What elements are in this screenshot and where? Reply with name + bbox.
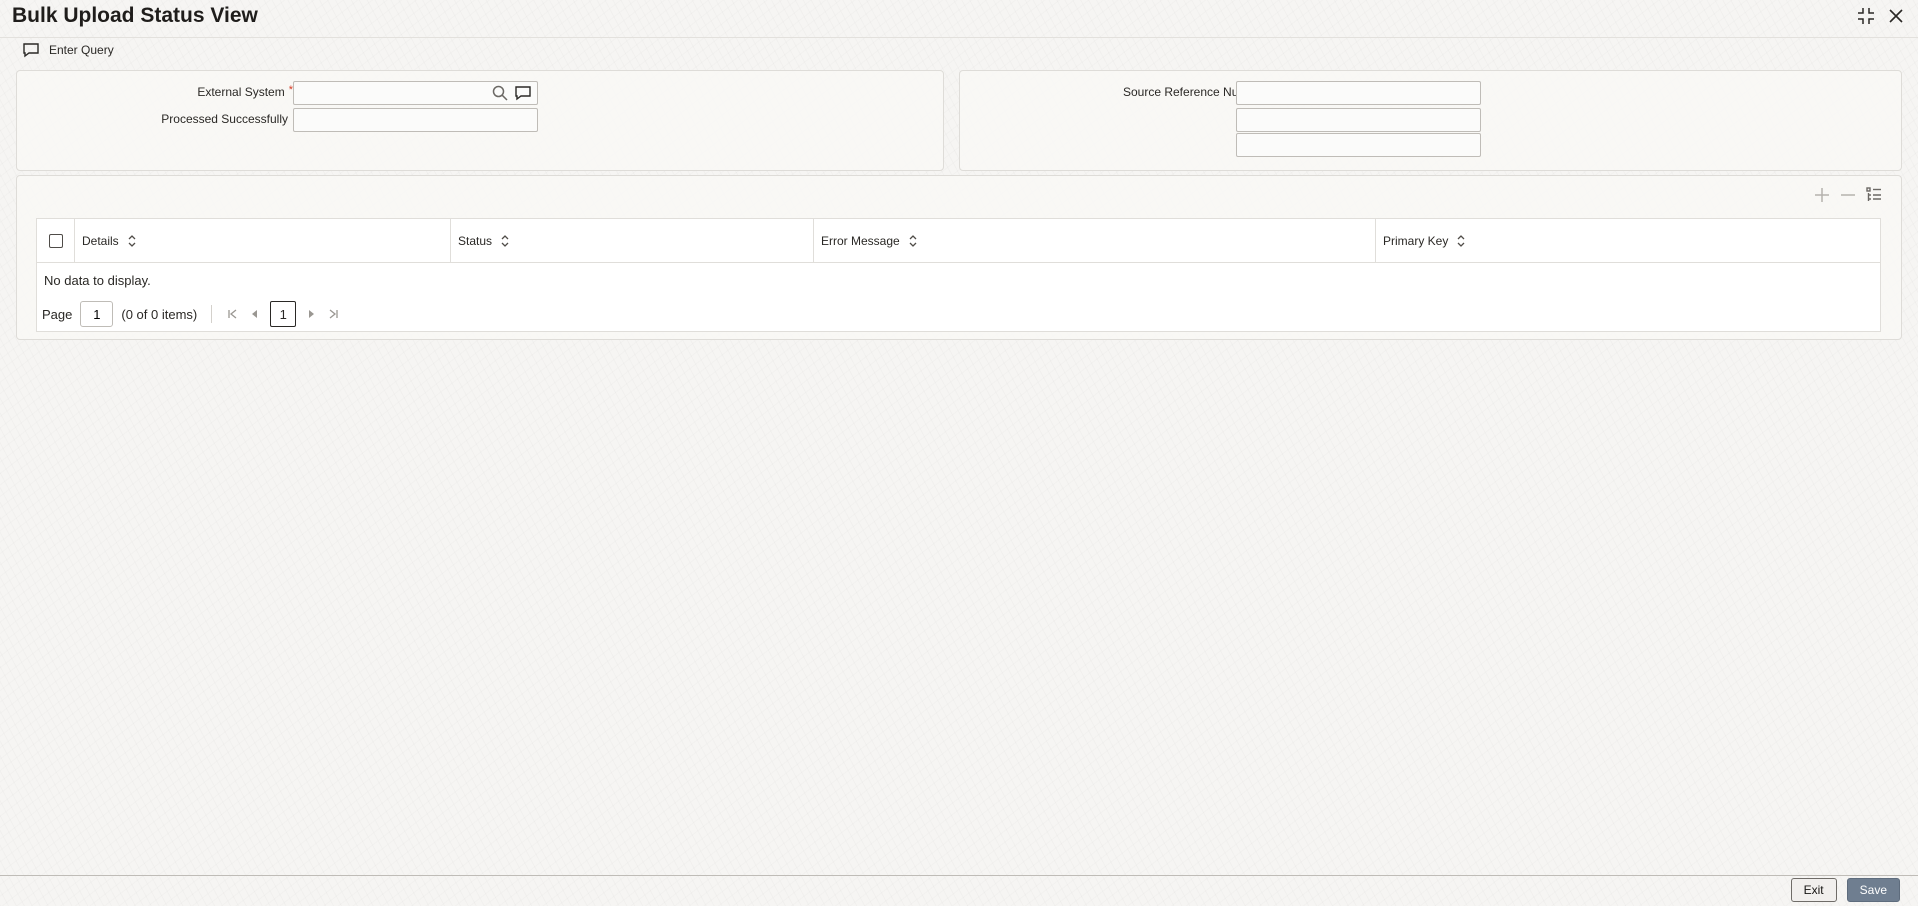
title-divider bbox=[0, 37, 1918, 38]
collapse-icon[interactable] bbox=[1856, 6, 1876, 26]
header-checkbox-cell bbox=[37, 219, 75, 263]
select-all-checkbox[interactable] bbox=[48, 234, 63, 248]
processed-successfully-input[interactable] bbox=[293, 108, 538, 132]
current-page-button[interactable]: 1 bbox=[270, 301, 297, 327]
close-icon[interactable] bbox=[1886, 6, 1906, 26]
first-page-icon[interactable] bbox=[226, 307, 240, 321]
column-header-label: Error Message bbox=[821, 234, 900, 248]
chat-bubble-icon bbox=[23, 43, 39, 58]
chat-bubble-icon[interactable] bbox=[514, 84, 532, 102]
save-button[interactable]: Save bbox=[1846, 878, 1900, 902]
remove-icon[interactable] bbox=[1839, 186, 1857, 204]
failed-input[interactable] bbox=[1236, 133, 1481, 157]
processed-successfully-label: Processed Successfully bbox=[161, 112, 288, 126]
column-header-status[interactable]: Status bbox=[451, 219, 814, 263]
column-header-primary-key[interactable]: Primary Key bbox=[1376, 219, 1880, 263]
sort-icon[interactable] bbox=[127, 234, 137, 248]
column-header-label: Details bbox=[82, 234, 119, 248]
enter-query-label: Enter Query bbox=[49, 43, 114, 57]
next-page-icon[interactable] bbox=[304, 307, 318, 321]
window-controls bbox=[1856, 6, 1906, 26]
table-header: Details Status Error Message Primary Key bbox=[37, 219, 1880, 263]
column-header-label: Status bbox=[458, 234, 493, 248]
add-icon[interactable] bbox=[1813, 186, 1831, 204]
column-header-error-message[interactable]: Error Message bbox=[814, 219, 1376, 263]
external-system-actions bbox=[491, 84, 532, 102]
source-reference-number-input[interactable] bbox=[1236, 81, 1481, 105]
sort-icon[interactable] bbox=[500, 234, 510, 248]
list-view-icon[interactable] bbox=[1865, 186, 1883, 204]
pager-divider bbox=[211, 305, 213, 323]
sort-icon[interactable] bbox=[908, 234, 918, 248]
external-system-label-text: External System bbox=[197, 85, 285, 99]
results-panel: Details Status Error Message Primary Key… bbox=[16, 175, 1902, 340]
page-label: Page bbox=[42, 306, 73, 322]
page-title: Bulk Upload Status View bbox=[12, 4, 258, 27]
previous-page-icon[interactable] bbox=[248, 307, 262, 321]
function-id-input[interactable] bbox=[1236, 108, 1481, 132]
results-table: Details Status Error Message Primary Key… bbox=[36, 218, 1881, 332]
pagination: Page (0 of 0 items) 1 bbox=[42, 301, 340, 327]
column-header-label: Primary Key bbox=[1383, 234, 1449, 248]
enter-query-button[interactable]: Enter Query bbox=[22, 42, 114, 58]
sort-icon[interactable] bbox=[1456, 234, 1466, 248]
footer-divider bbox=[0, 875, 1918, 876]
query-panel-left: External System * Processed Successfully bbox=[16, 70, 944, 171]
empty-message: No data to display. bbox=[44, 273, 151, 288]
query-panel-right: Source Reference Number* Function Id Fai… bbox=[959, 70, 1902, 171]
last-page-icon[interactable] bbox=[326, 307, 340, 321]
column-header-details[interactable]: Details bbox=[75, 219, 451, 263]
search-icon[interactable] bbox=[491, 84, 509, 102]
exit-button[interactable]: Exit bbox=[1790, 878, 1837, 902]
external-system-label: External System * bbox=[137, 84, 293, 99]
footer-actions: Exit Save bbox=[1790, 878, 1900, 902]
grid-toolbar bbox=[1813, 186, 1883, 204]
items-summary: (0 of 0 items) bbox=[121, 306, 198, 322]
page-number-input[interactable] bbox=[80, 301, 114, 327]
